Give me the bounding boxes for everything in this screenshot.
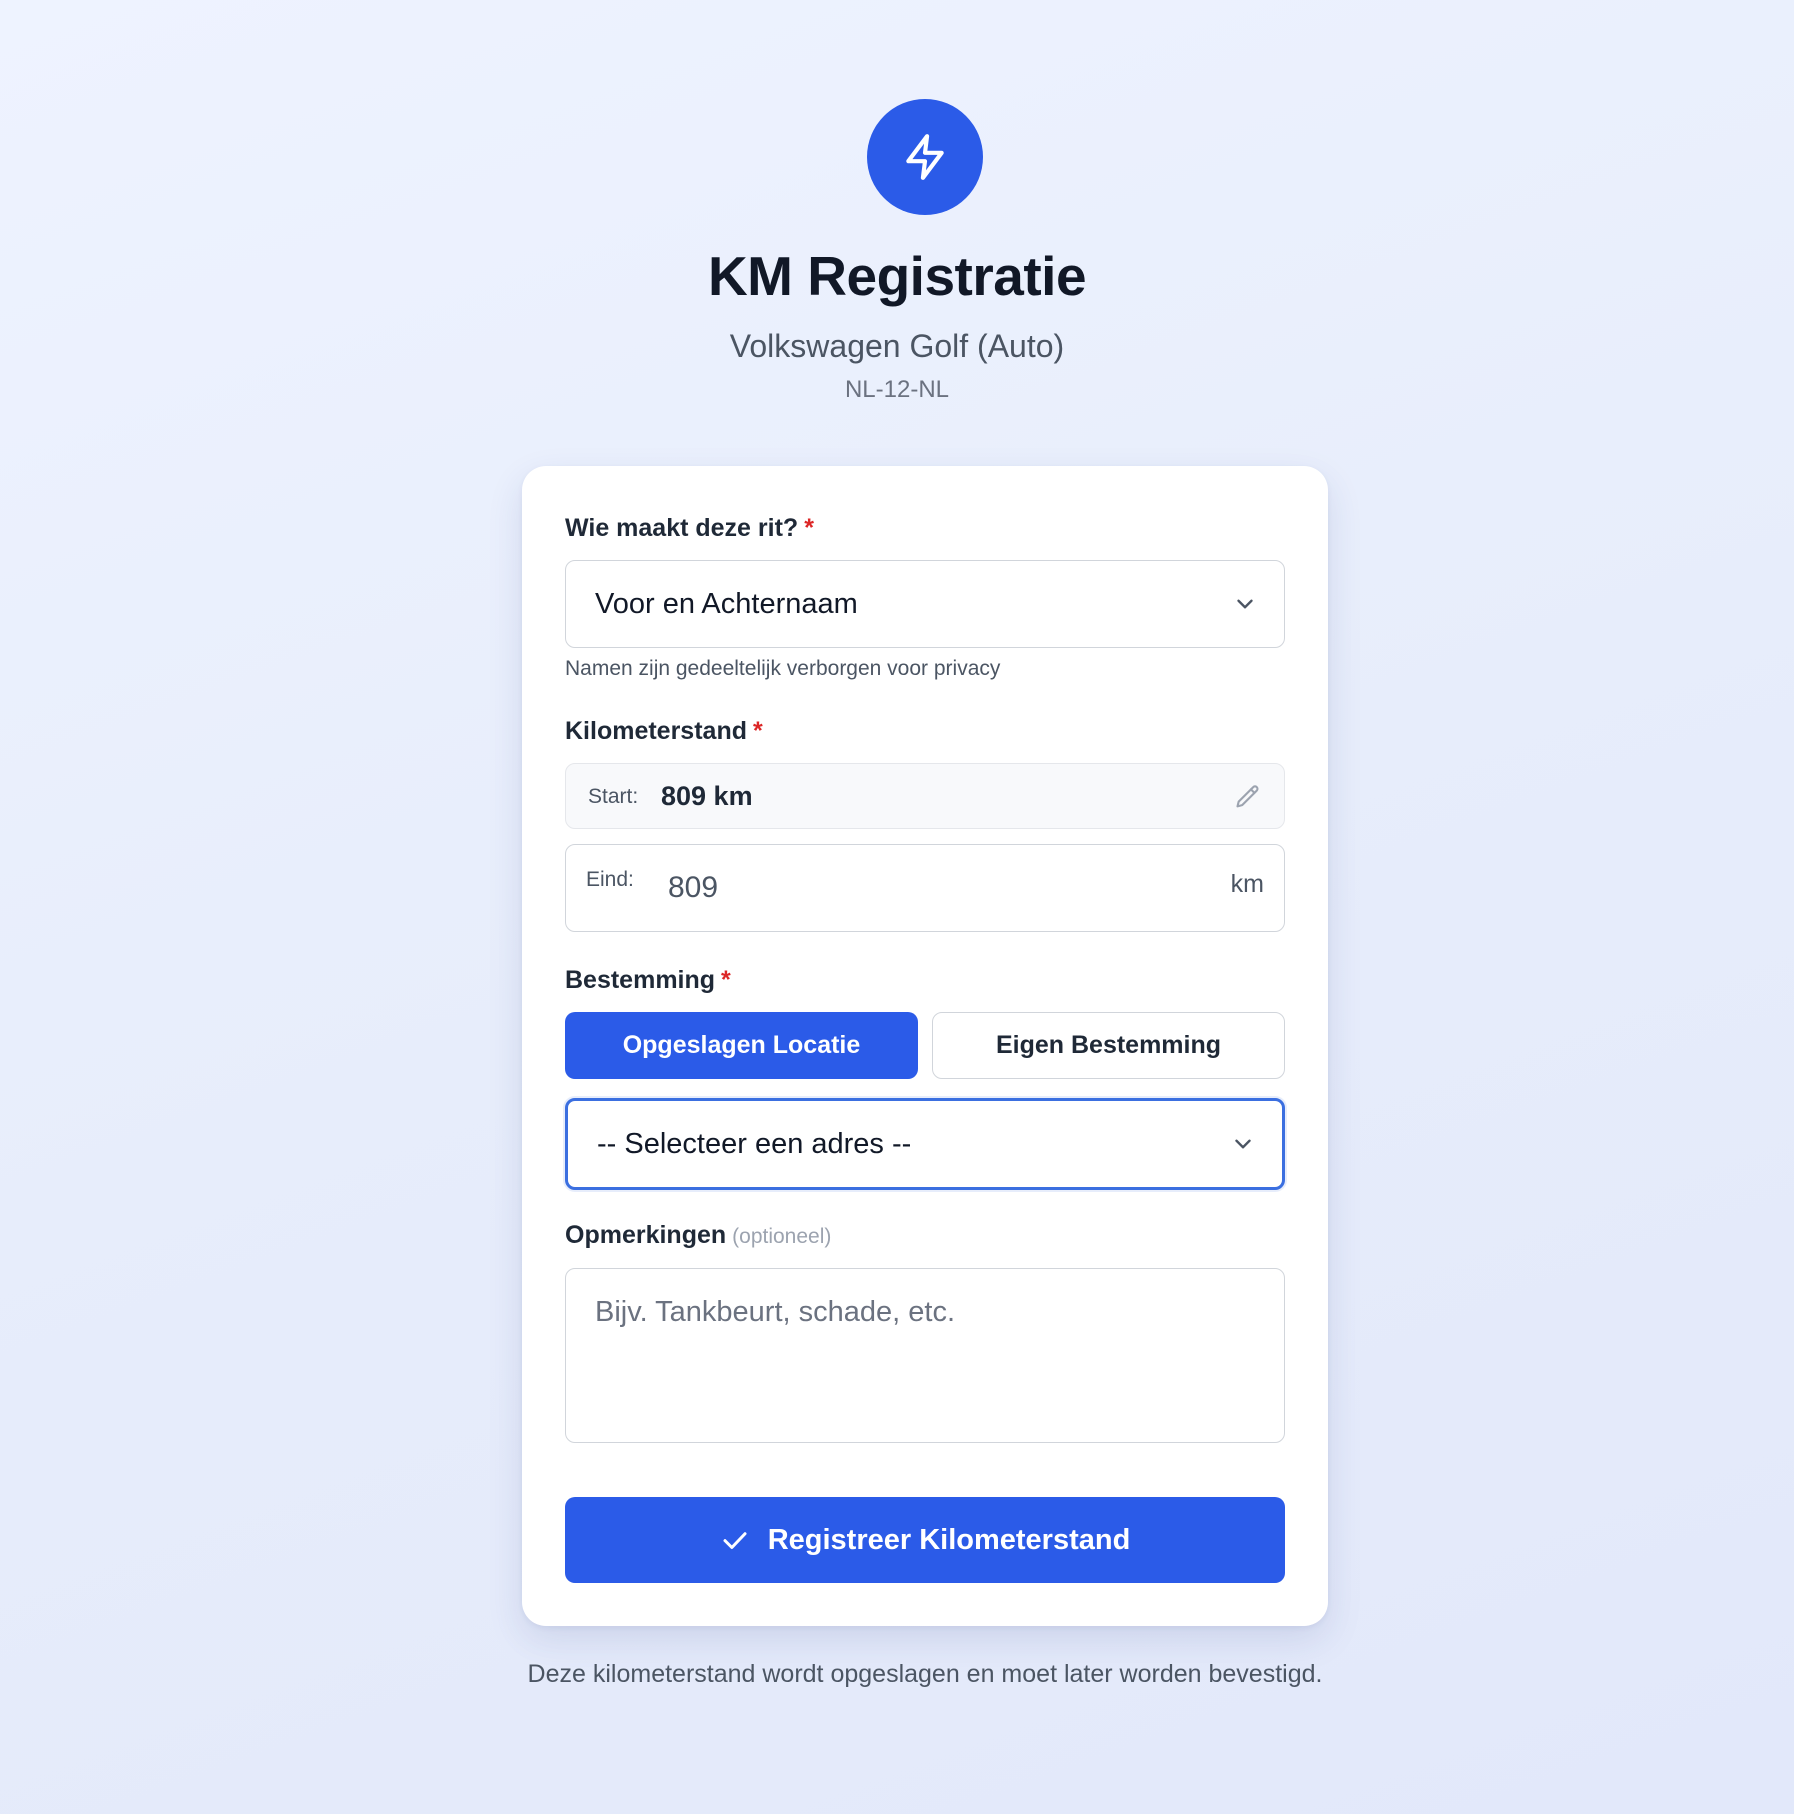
- required-mark: *: [721, 966, 731, 994]
- license-plate: NL-12-NL: [844, 376, 950, 403]
- required-mark: *: [804, 514, 814, 542]
- destination-label: Bestemming *: [565, 966, 731, 995]
- vehicle-name: Volkswagen Golf (Auto): [729, 328, 1065, 364]
- page: KM Registratie Volkswagen Golf (Auto) NL…: [0, 0, 1794, 1814]
- submit-button[interactable]: Registreer Kilometerstand: [565, 1497, 1285, 1583]
- lightning-bolt-icon: [906, 134, 944, 180]
- end-label: Eind:: [586, 868, 634, 891]
- tab-custom-destination[interactable]: Eigen Bestemming: [932, 1012, 1285, 1079]
- address-select[interactable]: -- Selecteer een adres --: [565, 1098, 1285, 1190]
- pencil-icon[interactable]: [1234, 783, 1262, 811]
- driver-label-text: Wie maakt deze rit?: [565, 514, 799, 542]
- start-label: Start:: [588, 785, 639, 808]
- required-mark: *: [752, 717, 763, 745]
- optional-tag: (optioneel): [732, 1225, 832, 1248]
- destination-label-text: Bestemming: [565, 966, 716, 994]
- end-unit: km: [1230, 870, 1264, 898]
- privacy-hint: Namen zijn gedeeltelijk verborgen voor p…: [565, 657, 1001, 680]
- odometer-label-text: Kilometerstand: [565, 717, 747, 745]
- odometer-label: Kilometerstand *: [565, 717, 763, 746]
- registration-form-card: Wie maakt deze rit? * Voor en Achternaam …: [522, 466, 1328, 1626]
- chevron-down-icon: [1237, 599, 1253, 609]
- end-km-input[interactable]: 809: [668, 871, 718, 905]
- notes-label-text: Opmerkingen: [565, 1221, 727, 1249]
- start-value: 809 km: [661, 781, 753, 811]
- notes-placeholder: Bijv. Tankbeurt, schade, etc.: [595, 1296, 956, 1328]
- app-logo: [867, 99, 983, 215]
- page-title: KM Registratie: [707, 245, 1087, 307]
- tab-saved-location[interactable]: Opgeslagen Locatie: [565, 1012, 918, 1079]
- start-km-display: Start: 809 km: [565, 763, 1285, 829]
- driver-label: Wie maakt deze rit? *: [565, 514, 814, 543]
- end-km-field[interactable]: Eind: 809 km: [565, 844, 1285, 932]
- chevron-down-icon: [1235, 1139, 1251, 1149]
- submit-label: Registreer Kilometerstand: [767, 1523, 1131, 1556]
- checkmark-icon: [723, 1532, 747, 1549]
- address-select-value: -- Selecteer een adres --: [597, 1127, 912, 1160]
- notes-label: Opmerkingen (optioneel): [565, 1221, 831, 1250]
- footer-note: Deze kilometerstand wordt opgeslagen en …: [527, 1660, 1323, 1688]
- driver-select[interactable]: Voor en Achternaam: [565, 560, 1285, 648]
- notes-textarea[interactable]: Bijv. Tankbeurt, schade, etc.: [565, 1268, 1285, 1443]
- driver-select-value: Voor en Achternaam: [595, 587, 858, 620]
